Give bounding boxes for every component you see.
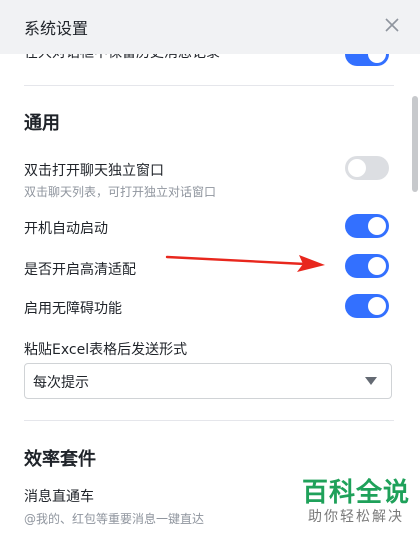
auto-start-label: 开机自动启动 (24, 221, 108, 237)
message-express-label: 消息直通车 (24, 489, 94, 505)
toggle-knob (368, 297, 386, 315)
window-title: 系统设置 (24, 19, 89, 38)
paste-excel-selected-value: 每次提示 (33, 375, 89, 391)
double-click-window-toggle[interactable] (345, 156, 389, 180)
paste-excel-select[interactable]: 每次提示 (24, 363, 392, 399)
close-icon[interactable] (384, 17, 400, 33)
accessibility-label: 启用无障碍功能 (24, 301, 122, 317)
accessibility-toggle[interactable] (345, 294, 389, 318)
watermark-main-text: 百科全说 (301, 478, 410, 508)
double-click-window-desc: 双击聊天列表，可打开独立对话窗口 (24, 185, 217, 199)
caret-down-icon (365, 377, 377, 385)
scrollbar-thumb[interactable] (412, 96, 418, 192)
window-header: 系统设置 (0, 0, 420, 54)
message-express-desc: @我的、红包等重要消息一键直达 (24, 512, 205, 526)
toggle-knob (368, 54, 386, 63)
section-title-general: 通用 (24, 113, 60, 134)
toggle-knob (348, 159, 366, 177)
section-divider (24, 85, 394, 86)
section-divider (24, 420, 394, 421)
toggle-knob (368, 217, 386, 235)
section-title-efficiency: 效率套件 (24, 449, 96, 470)
hd-adaptation-label: 是否开启高清适配 (24, 262, 136, 278)
watermark-sub-text: 助你轻松解决 (308, 509, 404, 525)
red-arrow-annotation (165, 255, 325, 272)
double-click-window-label: 双击打开聊天独立窗口 (24, 163, 164, 179)
toggle-knob (368, 257, 386, 275)
settings-content: 在大对话框中保留历史消息记录 通用 双击打开聊天独立窗口 双击聊天列表，可打开独… (0, 54, 420, 540)
partial-row-toggle[interactable] (345, 54, 389, 66)
paste-excel-label: 粘贴Excel表格后发送形式 (24, 342, 188, 358)
auto-start-toggle[interactable] (345, 214, 389, 238)
watermark-logo: 百科全说 助你轻松解决 (296, 478, 416, 526)
hd-adaptation-toggle[interactable] (345, 254, 389, 278)
partial-row-label: 在大对话框中保留历史消息记录 (24, 54, 220, 62)
